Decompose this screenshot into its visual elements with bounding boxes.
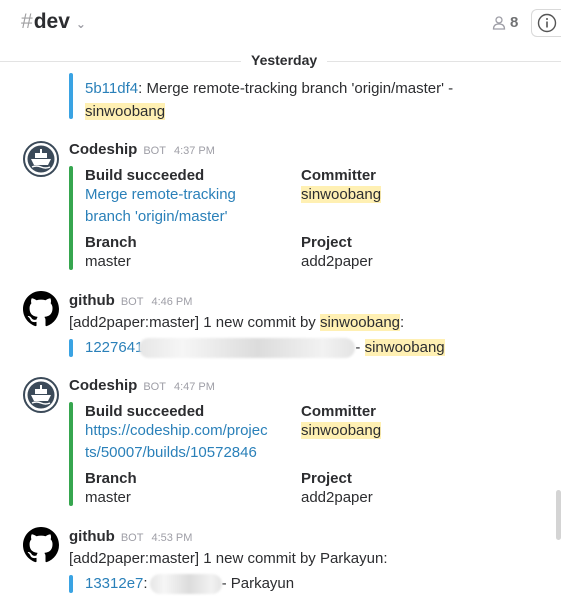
commit-line: 5b11df4: Merge remote-tracking branch 'o… <box>85 78 453 99</box>
commit-author-line: sinwoobang <box>85 101 166 122</box>
sender-name[interactable]: github <box>69 528 115 545</box>
commit-line: 1227641 - sinwoobang <box>85 337 445 359</box>
github-octocat-icon <box>23 527 59 563</box>
member-count-button[interactable]: 8 <box>492 14 518 31</box>
sender-name[interactable]: Codeship <box>69 141 137 158</box>
committer-value: sinwoobang <box>301 420 382 441</box>
channel-title[interactable]: # dev ⌄ <box>21 10 86 34</box>
info-icon <box>537 13 556 33</box>
timestamp[interactable]: 4:46 PM <box>151 296 192 308</box>
branch-title: Branch <box>85 470 137 487</box>
redacted-commit-message <box>149 574 222 595</box>
message-header: github BOT 4:53 PM <box>69 528 192 545</box>
channel-info-button[interactable] <box>531 9 561 37</box>
sender-name[interactable]: github <box>69 292 115 309</box>
message-header: Codeship BOT 4:47 PM <box>69 377 215 394</box>
bot-badge: BOT <box>120 296 144 308</box>
build-status: Build succeeded <box>85 167 205 184</box>
colon: : <box>400 314 405 331</box>
timestamp[interactable]: 4:37 PM <box>174 145 215 157</box>
commit-author: sinwoobang <box>85 103 166 120</box>
committer-name: sinwoobang <box>301 422 382 439</box>
message-header: github BOT 4:46 PM <box>69 292 192 309</box>
commit-link[interactable]: 13312e7 <box>85 575 143 592</box>
github-avatar[interactable] <box>23 291 59 327</box>
build-status: Build succeeded <box>85 403 205 420</box>
redacted-commit-message <box>139 338 356 359</box>
channel-name: dev <box>33 10 70 33</box>
attachment-bar <box>69 339 73 357</box>
build-link-continued[interactable]: branch 'origin/master' <box>85 206 227 227</box>
commit-link[interactable]: 5b11df4 <box>85 80 138 97</box>
codeship-avatar[interactable] <box>23 141 59 177</box>
project-title: Project <box>301 234 352 251</box>
commit-message: : Merge remote-tracking branch 'origin/m… <box>138 80 454 97</box>
colon: : <box>143 575 148 592</box>
branch-value: master <box>85 253 131 270</box>
timestamp[interactable]: 4:53 PM <box>151 532 192 544</box>
committer-name: sinwoobang <box>301 186 382 203</box>
chevron-down-icon[interactable]: ⌄ <box>76 17 86 31</box>
channel-header: # dev ⌄ 8 <box>0 0 561 48</box>
scrollbar-thumb[interactable] <box>556 490 561 540</box>
github-avatar[interactable] <box>23 527 59 563</box>
member-count: 8 <box>510 14 519 31</box>
attachment-bar <box>69 166 73 270</box>
project-title: Project <box>301 470 352 487</box>
project-value: add2paper <box>301 489 373 506</box>
build-link[interactable]: https://codeship.com/projec <box>85 420 268 441</box>
timestamp[interactable]: 4:47 PM <box>174 381 215 393</box>
person-icon <box>492 15 506 30</box>
message-text: [add2paper:master] 1 new commit by sinwo… <box>69 312 404 333</box>
message-text: [add2paper:master] 1 new commit by Parka… <box>69 550 388 567</box>
commit-author: sinwoobang <box>364 339 445 356</box>
channel-hash: # <box>21 10 33 33</box>
commit-author: sinwoobang <box>319 314 401 331</box>
commit-line: 13312e7: - Parkayun <box>85 573 295 595</box>
bot-badge: BOT <box>143 381 166 393</box>
project-value: add2paper <box>301 253 373 270</box>
commit-link[interactable]: 1227641 <box>85 339 143 356</box>
ship-icon <box>23 141 59 177</box>
ship-icon <box>23 377 59 413</box>
branch-title: Branch <box>85 234 137 251</box>
github-octocat-icon <box>23 291 59 327</box>
commit-summary: [add2paper:master] 1 new commit by <box>69 314 320 331</box>
attachment-bar <box>69 402 73 506</box>
branch-value: master <box>85 489 131 506</box>
attachment-bar <box>69 73 73 119</box>
message-list[interactable]: 5b11df4: Merge remote-tracking branch 'o… <box>0 62 561 604</box>
build-link[interactable]: Merge remote-tracking <box>85 184 236 205</box>
build-link-continued[interactable]: ts/50007/builds/10572846 <box>85 442 257 463</box>
codeship-avatar[interactable] <box>23 377 59 413</box>
committer-title: Committer <box>301 167 377 184</box>
committer-value: sinwoobang <box>301 184 382 205</box>
attachment-bar <box>69 575 73 593</box>
bot-badge: BOT <box>143 145 166 157</box>
message-header: Codeship BOT 4:37 PM <box>69 141 215 158</box>
dash: - <box>355 339 365 356</box>
bot-badge: BOT <box>120 532 144 544</box>
commit-author: - Parkayun <box>221 575 295 592</box>
committer-title: Committer <box>301 403 377 420</box>
sender-name[interactable]: Codeship <box>69 377 137 394</box>
